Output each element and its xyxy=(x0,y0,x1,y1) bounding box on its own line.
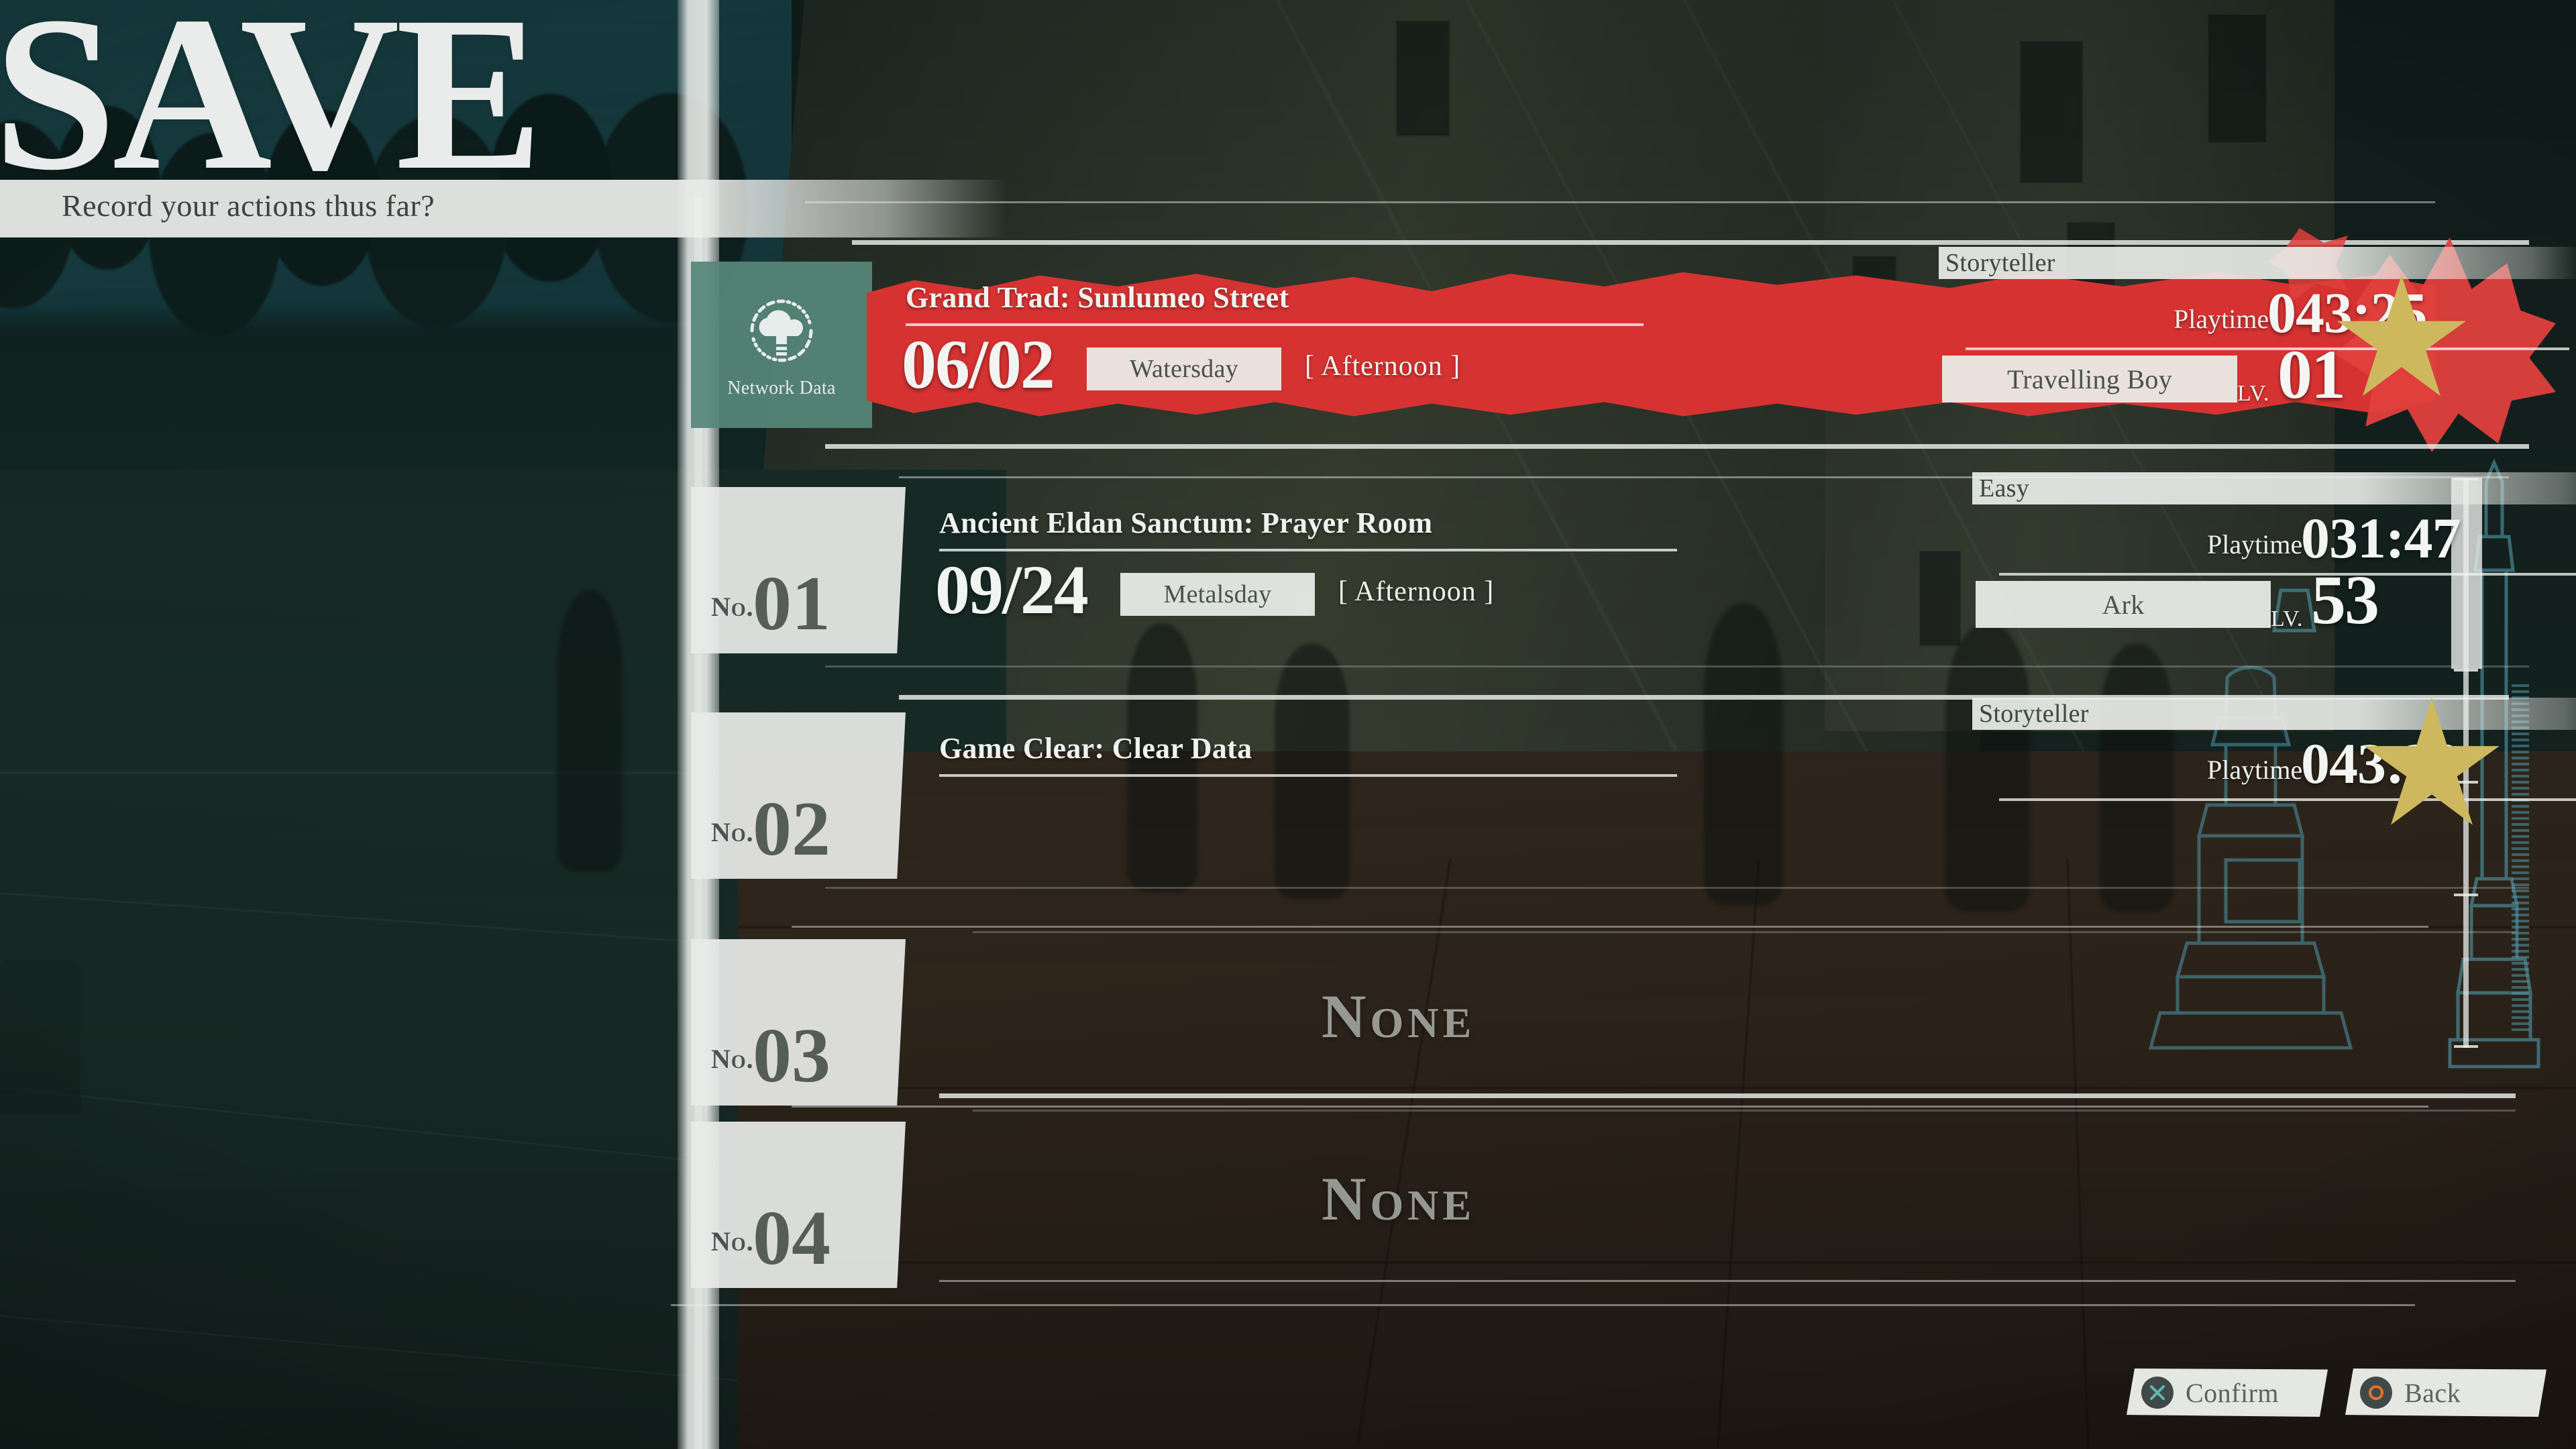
slot-time-of-day: [ Afternoon ] xyxy=(1305,351,1461,382)
slot-day-chip: Watersday xyxy=(1087,347,1281,390)
slot-empty-label: None xyxy=(1322,1165,1476,1233)
slot-difficulty: Storyteller xyxy=(1979,700,2089,728)
slot-bottom-rule xyxy=(939,1280,2516,1282)
slot-character-chip: Travelling Boy xyxy=(1942,356,2237,402)
slot-day-chip: Metalsday xyxy=(1120,573,1315,616)
slot-body: Easy Ancient Eldan Sanctum: Prayer Room … xyxy=(899,472,2576,653)
slot-number-prefix: No. xyxy=(711,817,754,847)
slot-left-rule xyxy=(939,774,1677,777)
slot-right-rule xyxy=(1966,347,2569,350)
slot-level: 01 xyxy=(2277,336,2346,413)
slot-location: Ancient Eldan Sanctum: Prayer Room xyxy=(939,506,1433,539)
circle-button-icon xyxy=(2360,1377,2392,1409)
slot-body: Storyteller Grand Trad: Sunlumeo Street … xyxy=(867,228,2576,452)
slot-number: 01 xyxy=(753,561,830,647)
save-slot-02[interactable]: No. 02 Storyteller Game Clear: Clear Dat… xyxy=(691,695,2576,889)
button-prompt-bar: Confirm Back xyxy=(2127,1368,2546,1417)
level-label: LV. xyxy=(2271,606,2303,631)
panel-rule xyxy=(792,926,2428,928)
slot-number-plate: No. 03 xyxy=(691,939,906,1106)
slot-date: 09/24 xyxy=(935,551,1089,629)
slot-number-prefix: No. xyxy=(711,1226,754,1256)
cross-button-icon xyxy=(2141,1377,2174,1409)
slot-number: 04 xyxy=(753,1195,830,1281)
network-data-plate[interactable]: Network Data xyxy=(691,262,872,428)
slot-body: Storyteller Game Clear: Clear Data Playt… xyxy=(899,695,2576,879)
network-data-label: Network Data xyxy=(727,378,836,398)
slot-number-plate: No. 02 xyxy=(691,712,906,879)
slot-bottom-rule xyxy=(825,887,2529,889)
slot-level: 53 xyxy=(2311,561,2379,639)
slot-time-of-day: [ Afternoon ] xyxy=(1338,576,1495,607)
panel-rule xyxy=(671,1304,2415,1306)
confirm-prompt-label: Confirm xyxy=(2186,1377,2279,1408)
slot-location: Grand Trad: Sunlumeo Street xyxy=(906,281,1289,314)
playtime-label: Playtime xyxy=(2207,529,2303,559)
playtime-label: Playtime xyxy=(2174,304,2269,334)
slot-number-plate: No. 01 xyxy=(691,487,906,653)
cloud-upload-icon xyxy=(750,299,813,362)
playtime-label: Playtime xyxy=(2207,755,2303,785)
slot-bottom-rule xyxy=(825,665,2529,667)
slot-location: Game Clear: Clear Data xyxy=(939,732,1252,765)
slot-number: 03 xyxy=(753,1013,830,1099)
slot-number-prefix: No. xyxy=(711,1044,754,1074)
save-slot-network[interactable]: Network Data Storyteller Grand Trad: Sun… xyxy=(691,228,2576,452)
back-prompt[interactable]: Back xyxy=(2345,1368,2546,1417)
slot-top-rule xyxy=(852,240,2529,245)
slot-difficulty: Easy xyxy=(1979,474,2030,502)
slot-number-plate: No. 04 xyxy=(691,1122,906,1288)
slot-right-rule xyxy=(1999,573,2576,576)
slot-character-chip: Ark xyxy=(1976,581,2271,628)
panel-rule xyxy=(805,201,2435,203)
difficulty-bar xyxy=(1972,472,2576,504)
level-label: LV. xyxy=(2237,381,2269,406)
slot-empty-label: None xyxy=(1322,982,1476,1051)
slot-body: None xyxy=(906,931,2516,1106)
slot-number-prefix: No. xyxy=(711,592,754,622)
slot-playtime: 031:47 xyxy=(2301,506,2461,570)
slot-difficulty: Storyteller xyxy=(1945,249,2055,277)
slot-number: 02 xyxy=(753,786,830,872)
save-slot-04[interactable]: No. 04 None xyxy=(691,1110,2516,1288)
slot-top-rule xyxy=(973,931,2516,933)
slot-bottom-rule xyxy=(825,444,2529,449)
slot-date: 06/02 xyxy=(902,326,1055,403)
slot-body: None xyxy=(906,1110,2516,1288)
slot-bottom-rule xyxy=(939,1093,2516,1098)
panel-rule xyxy=(792,1106,2428,1108)
back-prompt-label: Back xyxy=(2404,1377,2461,1408)
slot-top-rule xyxy=(973,1110,2516,1112)
slot-right-rule xyxy=(1999,798,2576,801)
save-slot-01[interactable]: No. 01 Easy Ancient Eldan Sanctum: Praye… xyxy=(691,472,2576,667)
confirm-prompt[interactable]: Confirm xyxy=(2127,1368,2328,1417)
save-slot-03[interactable]: No. 03 None xyxy=(691,931,2516,1106)
save-slot-list: Network Data Storyteller Grand Trad: Sun… xyxy=(0,0,2576,1449)
